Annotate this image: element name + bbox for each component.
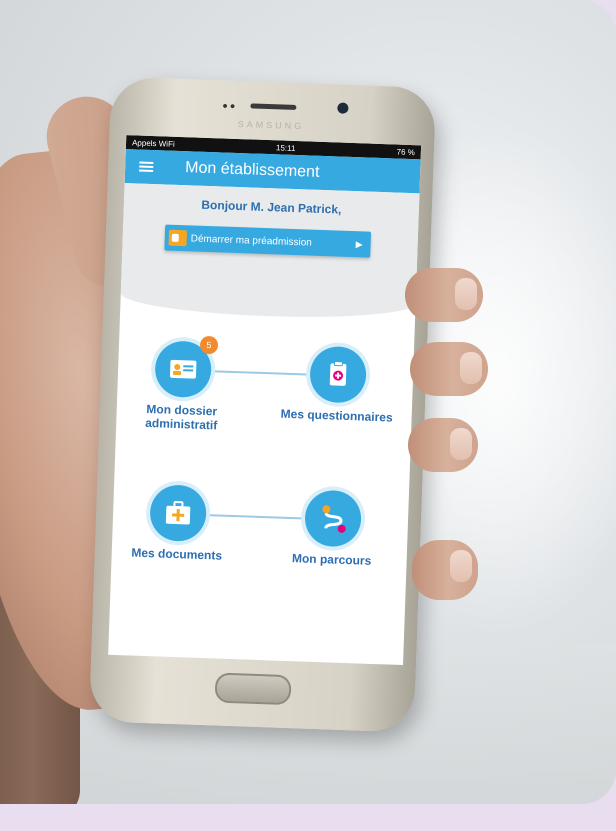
finger: [405, 268, 483, 322]
phone-screen: Appels WiFi 15:11 76 % Mon établissement…: [108, 135, 422, 666]
smartphone: ●● SAMSUNG Appels WiFi 15:11 76 % Mon ét…: [88, 76, 437, 733]
finger: [408, 418, 478, 472]
front-camera: [337, 102, 349, 114]
photo-background: ●● SAMSUNG Appels WiFi 15:11 76 % Mon ét…: [0, 0, 616, 804]
cta-label: Démarrer ma préadmission: [190, 232, 313, 249]
time-label: 15:11: [275, 142, 296, 153]
hamburger-menu-icon[interactable]: [139, 161, 154, 173]
tile-questionnaires[interactable]: Mes questionnaires: [266, 344, 409, 425]
app-title: Mon établissement: [184, 159, 320, 181]
id-card-icon: [168, 229, 188, 247]
tile-label-line: Mes documents: [131, 545, 223, 563]
welcome-section: Bonjour M. Jean Patrick, Démarrer ma pré…: [120, 183, 420, 322]
earpiece-speaker: [250, 103, 297, 111]
tile-label: Mon dossier administratif: [111, 401, 252, 434]
tile-circle: [304, 489, 363, 548]
tile-label: Mes questionnaires: [266, 406, 406, 425]
start-preadmission-button[interactable]: Démarrer ma préadmission ▶: [164, 224, 372, 258]
battery-label: 76 %: [396, 147, 416, 157]
id-card-icon: [169, 359, 197, 379]
home-button[interactable]: [214, 672, 292, 706]
tile-path[interactable]: Mon parcours: [261, 488, 404, 569]
play-arrow-icon: ▶: [355, 238, 363, 249]
path-icon: [322, 505, 346, 533]
medical-kit-icon: [165, 501, 191, 525]
menu-grid: 5 Mon dossier administratif Mes question…: [108, 311, 415, 665]
tile-documents[interactable]: Mes documents: [108, 483, 249, 564]
tile-label: Mes documents: [108, 545, 247, 564]
tile-label-line: Mon parcours: [291, 551, 372, 568]
sensor-dots: ●●: [222, 100, 238, 111]
tile-label: Mon parcours: [261, 550, 401, 569]
notification-badge: 5: [199, 335, 219, 355]
brand-logo: SAMSUNG: [237, 118, 305, 132]
carrier-label: Appels WiFi: [131, 137, 175, 149]
tile-circle: [149, 484, 208, 543]
clipboard-icon: [329, 361, 347, 386]
greeting-text: Bonjour M. Jean Patrick,: [201, 197, 342, 217]
finger: [410, 342, 488, 396]
tile-label-line: Mes questionnaires: [280, 406, 393, 425]
tile-circle: [309, 345, 368, 404]
tile-circle: 5: [154, 335, 219, 399]
finger: [412, 540, 478, 600]
tile-admin-file[interactable]: 5 Mon dossier administratif: [111, 335, 254, 434]
